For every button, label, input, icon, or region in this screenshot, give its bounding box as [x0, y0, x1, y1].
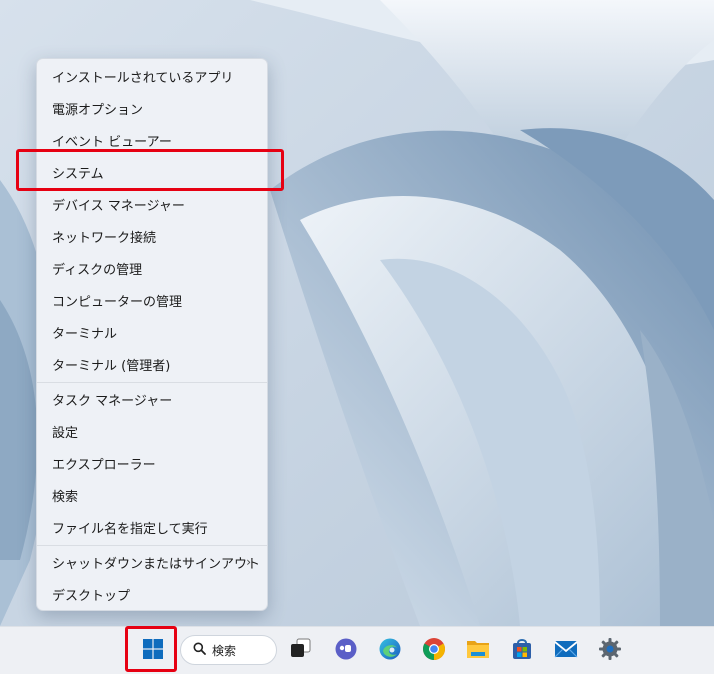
search-icon	[193, 642, 206, 658]
menu-item-label: コンピューターの管理	[52, 294, 183, 310]
search-label: 検索	[212, 643, 237, 658]
menu-item-label: 検索	[52, 489, 79, 505]
menu-item-label: イベント ビューアー	[52, 134, 172, 150]
menu-item-disk-management[interactable]: ディスクの管理	[41, 253, 263, 283]
edge-icon	[378, 637, 402, 665]
menu-item-search[interactable]: 検索	[41, 480, 263, 510]
menu-item-desktop[interactable]: デスクトップ	[41, 579, 263, 609]
mail-button[interactable]	[548, 633, 584, 669]
store-button[interactable]	[504, 633, 540, 669]
menu-item-label: 設定	[52, 425, 79, 441]
menu-item-label: インストールされているアプリ	[52, 70, 234, 86]
file-explorer-button[interactable]	[460, 633, 496, 669]
menu-item-label: デバイス マネージャー	[52, 198, 185, 214]
menu-item-label: システム	[52, 166, 104, 182]
menu-item-run[interactable]: ファイル名を指定して実行	[41, 512, 263, 542]
menu-separator	[37, 545, 267, 546]
menu-item-terminal[interactable]: ターミナル	[41, 317, 263, 347]
mail-icon	[554, 639, 578, 663]
start-icon	[143, 639, 163, 663]
menu-item-computer-management[interactable]: コンピューターの管理	[41, 285, 263, 315]
taskbar-search[interactable]: 検索	[180, 635, 277, 665]
file-explorer-icon	[466, 638, 490, 664]
menu-item-label: ターミナル	[52, 326, 118, 342]
menu-item-label: エクスプローラー	[52, 457, 156, 473]
menu-item-label: ディスクの管理	[52, 262, 143, 278]
menu-item-shutdown-signout[interactable]: シャットダウンまたはサインアウト ›	[41, 547, 263, 577]
taskbar: 検索	[0, 626, 714, 674]
menu-item-settings[interactable]: 設定	[41, 416, 263, 446]
winx-context-menu: インストールされているアプリ 電源オプション イベント ビューアー システム デ…	[36, 58, 268, 611]
chrome-icon	[422, 637, 446, 665]
menu-item-label: シャットダウンまたはサインアウト	[52, 556, 261, 572]
start-button[interactable]	[135, 633, 171, 669]
task-view-icon	[289, 638, 311, 664]
menu-item-label: ターミナル (管理者)	[52, 358, 171, 374]
menu-item-event-viewer[interactable]: イベント ビューアー	[41, 125, 263, 155]
settings-button[interactable]	[592, 633, 628, 669]
menu-item-task-manager[interactable]: タスク マネージャー	[41, 384, 263, 414]
menu-separator	[37, 382, 267, 383]
menu-item-system[interactable]: システム	[41, 157, 263, 187]
menu-item-installed-apps[interactable]: インストールされているアプリ	[41, 61, 263, 91]
menu-item-network-connections[interactable]: ネットワーク接続	[41, 221, 263, 251]
menu-item-file-explorer[interactable]: エクスプローラー	[41, 448, 263, 478]
edge-button[interactable]	[372, 633, 408, 669]
settings-icon	[598, 637, 622, 665]
menu-item-label: 電源オプション	[52, 102, 144, 118]
menu-item-power-options[interactable]: 電源オプション	[41, 93, 263, 123]
menu-item-device-manager[interactable]: デバイス マネージャー	[41, 189, 263, 219]
menu-item-label: タスク マネージャー	[52, 393, 173, 409]
menu-item-terminal-admin[interactable]: ターミナル (管理者)	[41, 349, 263, 379]
teams-chat-icon	[334, 637, 358, 665]
chevron-right-icon: ›	[246, 555, 251, 569]
task-view-button[interactable]	[282, 633, 318, 669]
store-icon	[510, 637, 534, 665]
menu-item-label: ネットワーク接続	[52, 230, 157, 246]
menu-item-label: ファイル名を指定して実行	[52, 521, 208, 537]
chrome-button[interactable]	[416, 633, 452, 669]
teams-chat-button[interactable]	[328, 633, 364, 669]
menu-item-label: デスクトップ	[52, 588, 131, 604]
